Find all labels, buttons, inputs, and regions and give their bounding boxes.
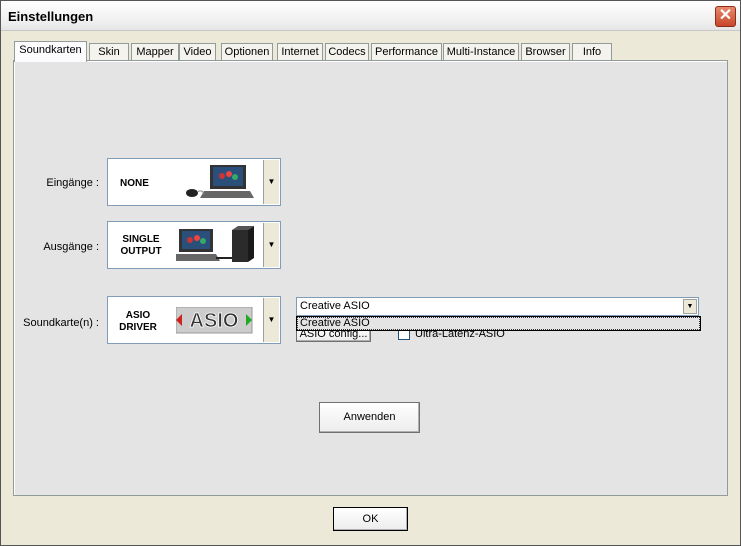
- settings-window: Einstellungen ✕ Soundkarten Skin Mapper …: [0, 0, 741, 546]
- soundcard-label: Soundkarte(n) :: [23, 317, 99, 329]
- asio-device-select[interactable]: Creative ASIO ▼: [296, 297, 699, 316]
- close-button[interactable]: ✕: [715, 6, 736, 27]
- tab-performance[interactable]: Performance: [371, 43, 442, 61]
- tab-browser[interactable]: Browser: [521, 43, 570, 61]
- tab-internet[interactable]: Internet: [277, 43, 323, 61]
- ok-button[interactable]: OK: [333, 507, 408, 531]
- tab-skin[interactable]: Skin: [89, 43, 129, 61]
- window-title: Einstellungen: [8, 9, 94, 24]
- svg-text:ASIO: ASIO: [190, 310, 239, 332]
- inputs-value: NONE: [120, 178, 149, 189]
- dropdown-option[interactable]: Creative ASIO: [297, 317, 700, 330]
- laptop-speaker-icon: [176, 226, 254, 262]
- outputs-label: Ausgänge :: [43, 241, 99, 253]
- tab-info[interactable]: Info: [572, 43, 612, 61]
- chevron-down-icon[interactable]: ▼: [263, 223, 279, 267]
- laptop-mouse-icon: [186, 165, 254, 198]
- tab-multi-instance[interactable]: Multi-Instance: [443, 43, 519, 61]
- outputs-value: SINGLE OUTPUT: [120, 234, 162, 257]
- tab-optionen[interactable]: Optionen: [221, 43, 273, 61]
- tab-mapper[interactable]: Mapper: [131, 43, 179, 61]
- inputs-picker[interactable]: NONE ▼: [107, 158, 281, 206]
- outputs-picker[interactable]: SINGLE OUTPUT ▼: [107, 221, 281, 269]
- close-icon: ✕: [718, 7, 733, 24]
- title-bar[interactable]: Einstellungen ✕: [1, 1, 740, 31]
- asio-device-value: Creative ASIO: [300, 300, 370, 312]
- asio-device-dropdown-list: Creative ASIO: [296, 316, 701, 331]
- soundcard-value: ASIO DRIVER: [119, 310, 157, 333]
- tab-codecs[interactable]: Codecs: [325, 43, 369, 61]
- chevron-down-icon[interactable]: ▼: [263, 298, 279, 342]
- tab-soundkarten[interactable]: Soundkarten: [14, 41, 87, 62]
- asio-logo: ASIO: [176, 307, 253, 334]
- tab-video[interactable]: Video: [179, 43, 216, 61]
- chevron-down-icon[interactable]: ▼: [263, 160, 279, 204]
- apply-button[interactable]: Anwenden: [319, 402, 420, 433]
- soundcard-picker[interactable]: ASIO DRIVER ASIO ▼: [107, 296, 281, 344]
- chevron-down-icon[interactable]: ▼: [683, 299, 697, 314]
- inputs-label: Eingänge :: [46, 177, 99, 189]
